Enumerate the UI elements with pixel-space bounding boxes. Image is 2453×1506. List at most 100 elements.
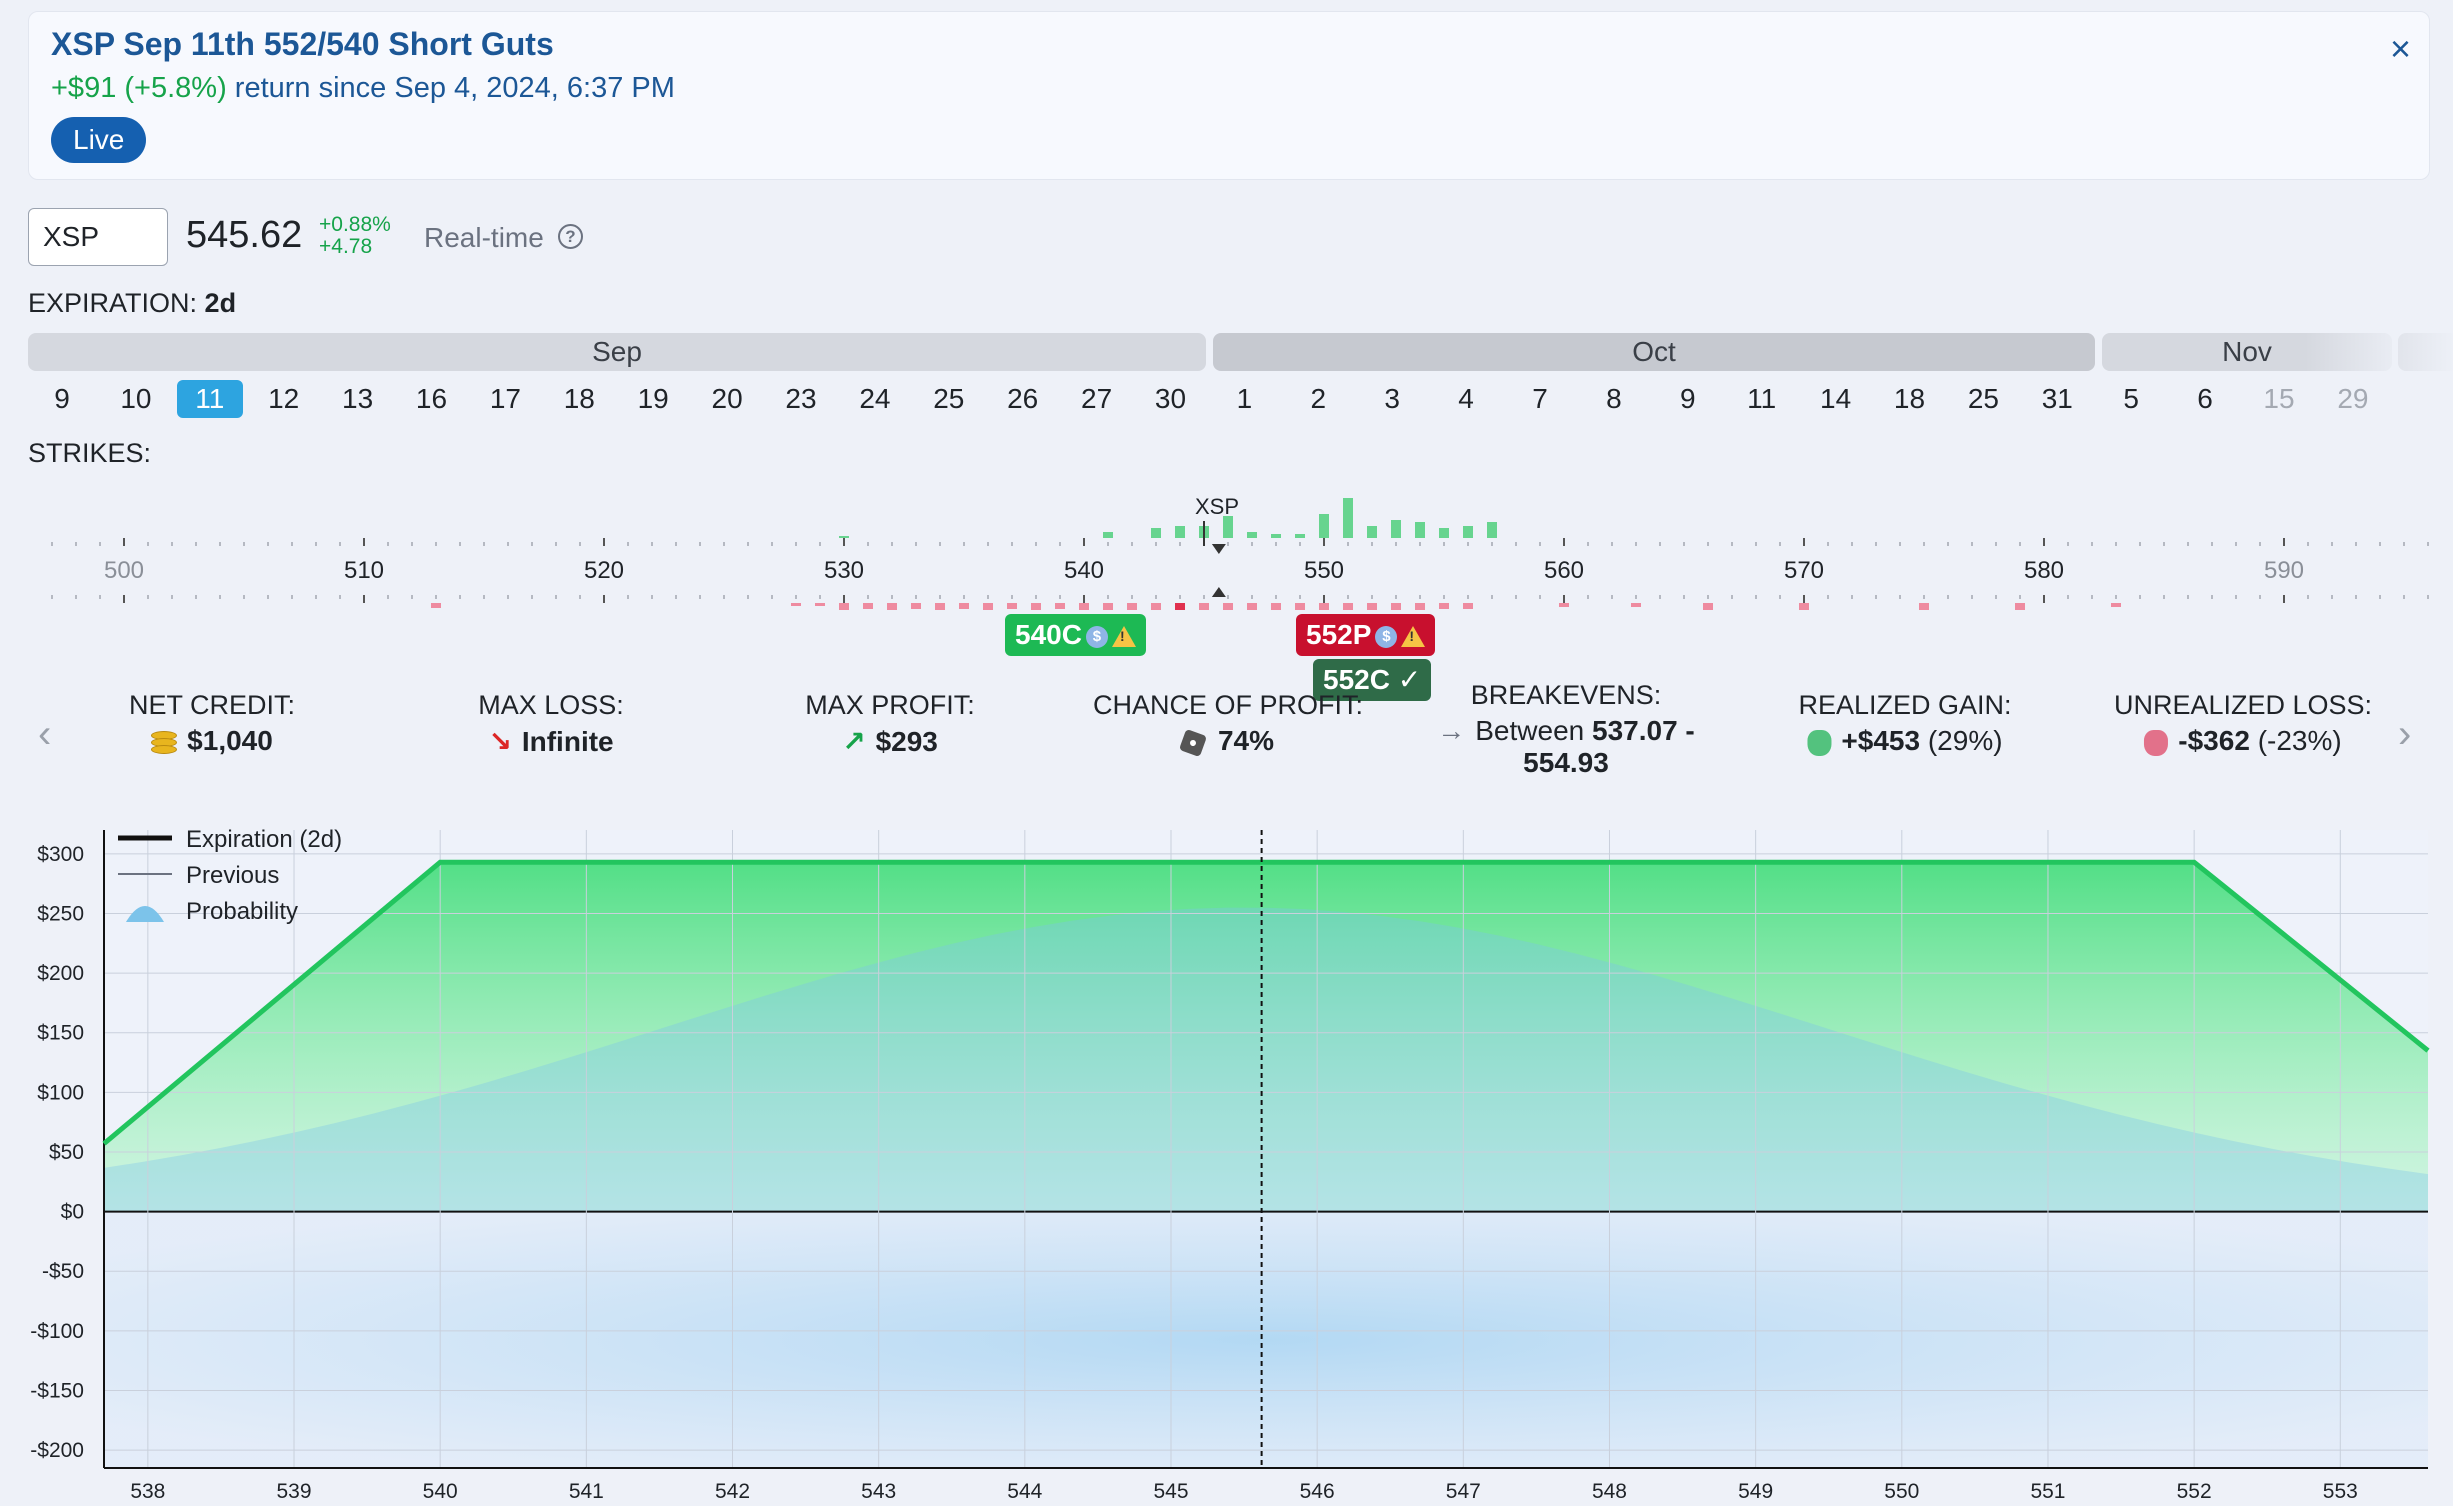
tag-552p[interactable]: 552P $!: [1296, 614, 1436, 656]
date-option[interactable]: 2: [1285, 380, 1351, 418]
x-tick-label: 538: [130, 1480, 165, 1503]
date-option[interactable]: 30: [1138, 380, 1204, 418]
date-option[interactable]: 13: [325, 380, 391, 418]
stat-breakevens: BREAKEVENS: → Between 537.07 - 554.93: [1437, 680, 1695, 779]
put-open-interest-bar: [1919, 603, 1929, 610]
strike-axis-label: 580: [2024, 557, 2064, 584]
date-option[interactable]: 8: [1581, 380, 1647, 418]
breakeven-prefix: Between: [1475, 715, 1592, 746]
put-open-interest-bar: [1007, 603, 1017, 609]
x-tick-label: 548: [1592, 1480, 1627, 1503]
put-open-interest-bar: [1319, 603, 1329, 610]
put-open-interest-bar: [1295, 603, 1305, 610]
month-sep[interactable]: Sep: [28, 333, 1206, 371]
stats-row: NET CREDIT: $1,040 MAX LOSS: ↘ Infinite M…: [0, 680, 2453, 790]
date-option[interactable]: 9: [29, 380, 95, 418]
put-open-interest-bar: [911, 603, 921, 609]
y-tick-label: $300: [37, 843, 84, 866]
profit-loss-chart[interactable]: $300 $250 $200 $150 $100 $50 $0 -$50 -$100 -$150 -…: [0, 810, 2453, 1506]
date-option[interactable]: 18: [1877, 380, 1943, 418]
close-icon[interactable]: ×: [2390, 28, 2411, 70]
strike-axis-label: 590: [2264, 557, 2304, 584]
date-option[interactable]: 6: [2172, 380, 2238, 418]
strike-axis-label: 510: [344, 557, 384, 584]
date-option[interactable]: 11: [176, 380, 243, 418]
strike-axis-label: 550: [1304, 557, 1344, 584]
y-tick-label: -$50: [42, 1260, 84, 1283]
put-open-interest-bar: [1175, 603, 1185, 610]
date-option[interactable]: 16: [399, 380, 465, 418]
money-bag-green-icon: [1807, 729, 1832, 756]
stat-net-credit: NET CREDIT: $1,040: [129, 690, 295, 757]
call-open-interest-bar: [1343, 498, 1353, 538]
date-option[interactable]: 23: [768, 380, 834, 418]
help-icon[interactable]: ?: [558, 224, 583, 249]
strikes-label: STRIKES:: [28, 438, 152, 468]
date-option[interactable]: 14: [1803, 380, 1869, 418]
call-open-interest-bar: [1463, 526, 1473, 538]
date-option[interactable]: 5: [2098, 380, 2164, 418]
put-open-interest-bar: [1391, 603, 1401, 610]
date-option[interactable]: 10: [103, 380, 169, 418]
price-marker-up: [1211, 587, 1226, 597]
breakeven-high: 554.93: [1523, 747, 1609, 778]
strike-axis-label: 560: [1544, 557, 1584, 584]
call-open-interest-bar: [1103, 532, 1113, 538]
date-option[interactable]: 4: [1433, 380, 1499, 418]
date-option[interactable]: 25: [1950, 380, 2016, 418]
put-open-interest-bar: [1367, 603, 1377, 610]
y-tick-label: $150: [37, 1022, 84, 1045]
tag-552p-label: 552P: [1306, 619, 1372, 650]
date-option[interactable]: 24: [842, 380, 908, 418]
put-open-interest-bar: [1223, 603, 1233, 610]
date-option[interactable]: 1: [1211, 380, 1277, 418]
date-option[interactable]: 25: [916, 380, 982, 418]
y-tick-label: -$200: [30, 1439, 84, 1462]
put-open-interest-bar: [815, 603, 825, 606]
strike-axis-label: 530: [824, 557, 864, 584]
date-option[interactable]: 9: [1655, 380, 1721, 418]
tag-540c[interactable]: 540C $!: [1005, 614, 1146, 656]
money-bag-red-icon: [2144, 729, 2169, 756]
date-option[interactable]: 19: [620, 380, 686, 418]
stat-label: MAX LOSS:: [478, 690, 624, 720]
date-option[interactable]: 3: [1359, 380, 1425, 418]
coins-icon: [151, 730, 178, 755]
month-nov[interactable]: Nov: [2102, 333, 2392, 371]
date-option[interactable]: 20: [694, 380, 760, 418]
x-tick-label: 553: [2323, 1480, 2358, 1503]
date-option[interactable]: 29: [2320, 380, 2386, 418]
x-tick-label: 539: [276, 1480, 311, 1503]
put-open-interest-bar: [935, 603, 945, 610]
arrow-down-right-icon: ↘: [488, 726, 512, 757]
call-open-interest-bar: [1151, 528, 1161, 538]
x-tick-label: 547: [1446, 1480, 1481, 1503]
call-open-interest-bar: [1487, 522, 1497, 538]
stat-label: REALIZED GAIN:: [1798, 690, 2012, 720]
return-since-text: return since Sep 4, 2024, 6:37 PM: [226, 72, 675, 104]
month-oct[interactable]: Oct: [1213, 333, 2095, 371]
expiration-value: 2d: [204, 288, 237, 318]
stat-label: UNREALIZED LOSS:: [2113, 690, 2373, 720]
date-option[interactable]: 7: [1507, 380, 1573, 418]
y-tick-label: $50: [49, 1141, 84, 1164]
date-option[interactable]: 27: [1064, 380, 1130, 418]
symbol-input[interactable]: [28, 208, 168, 266]
date-option[interactable]: 15: [2246, 380, 2312, 418]
stat-unrealized-loss: UNREALIZED LOSS: -$362 (-23%): [2114, 690, 2372, 757]
call-open-interest-bar: [839, 536, 849, 538]
put-open-interest-bar: [1031, 603, 1041, 610]
date-option[interactable]: 12: [251, 380, 317, 418]
price-change-absolute: +4.78: [319, 235, 373, 258]
date-option[interactable]: 18: [546, 380, 612, 418]
strike-axis-label: 520: [584, 557, 624, 584]
date-option[interactable]: 31: [2024, 380, 2090, 418]
x-tick-label: 541: [569, 1480, 604, 1503]
tag-540c-label: 540C: [1015, 619, 1082, 650]
date-option[interactable]: 26: [990, 380, 1056, 418]
date-option[interactable]: 17: [472, 380, 538, 418]
stat-value: 74%: [1217, 725, 1275, 756]
date-option[interactable]: 11: [1729, 380, 1795, 418]
probability-area: [104, 1211, 2428, 1468]
call-open-interest-bar: [1175, 526, 1185, 538]
